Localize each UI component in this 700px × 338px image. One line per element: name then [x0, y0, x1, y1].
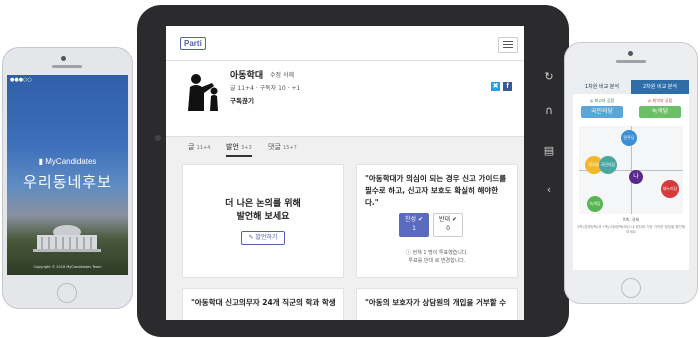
tab-opinions[interactable]: 발언 3+3 — [226, 142, 252, 157]
left-phone-device: ●●●○○ ▮ MyCandidates 우리동네후보 Copyright © … — [2, 47, 133, 309]
bookmark-nav-icon[interactable]: ∩ — [542, 104, 556, 118]
bookmark-icon: ▮ — [38, 157, 44, 166]
x-axis-label: X축: 경제 — [622, 217, 640, 222]
info-icon: ⓘ — [405, 250, 411, 256]
opinion-card: "아동학대가 의심이 되는 경우 신고 가이드를 필수로 하고, 신고자 보호도… — [356, 164, 518, 278]
my-position-dot[interactable]: 나 — [629, 170, 643, 184]
party-dot-minjoo[interactable]: 민주당 — [621, 130, 637, 146]
opinion-quote: "아동의 보호자가 상담원의 개입을 거부할 수 — [365, 298, 507, 307]
home-button[interactable] — [57, 283, 77, 303]
content-tabs: 글 11+4 발언 3+3 댓글 15+7 — [166, 136, 524, 158]
pencil-icon: ✎ — [248, 234, 254, 241]
home-button[interactable] — [621, 278, 641, 298]
right-phone-screen: 1차원 비교 분석 2차원 비교 분석 ◎ 최고의 공합 ◎ 최악의 공합 국민… — [573, 80, 689, 270]
parti-logo[interactable]: Parti — [180, 37, 206, 50]
issue-meta: 글 11+4 · 구독자 10 · +1 — [230, 85, 301, 92]
right-phone-device: 1차원 비교 분석 2차원 비교 분석 ◎ 최고의 공합 ◎ 최악의 공합 국민… — [564, 42, 698, 304]
speak-button[interactable]: ✎ 발언하기 — [241, 231, 285, 245]
best-match-party[interactable]: 국민의당 — [581, 106, 623, 118]
party-dot-people[interactable]: 국민의당 — [599, 156, 617, 174]
speaker-grille — [616, 60, 646, 63]
twitter-icon[interactable]: ✖ — [491, 82, 500, 91]
tab-1d-analysis[interactable]: 1차원 비교 분석 — [573, 80, 631, 94]
tablet-screen: Parti 아동학대 수정 삭제 글 11+4 · 구독자 10 · +1 구독… — [166, 26, 524, 320]
opinion-quote: "아동학대가 의심이 되는 경우 신고 가이드를 필수로 하고, 신고자 보호도… — [365, 174, 507, 207]
tab-2d-analysis[interactable]: 2차원 비교 분석 — [631, 80, 689, 94]
tab-posts[interactable]: 글 11+4 — [188, 142, 210, 152]
party-position-plot: 민주당 정의당 국민의당 나 새누리당 녹색당 — [579, 126, 683, 214]
issue-title: 아동학대 — [230, 71, 264, 81]
oppose-button[interactable]: 반대 ✔ 0 — [433, 213, 463, 237]
list-nav-icon[interactable]: ▤ — [542, 144, 556, 158]
issue-summary: 아동학대 수정 삭제 글 11+4 · 구독자 10 · +1 구독끊기 ✖ f — [166, 61, 524, 137]
facebook-icon[interactable]: f — [503, 82, 512, 91]
front-camera — [61, 56, 66, 61]
opinion-quote: "아동학대 신고의무자 24개 직군의 학과 학생 — [191, 298, 336, 307]
speaker-grille — [52, 65, 82, 68]
back-arrow-icon[interactable]: ‹ — [542, 183, 556, 197]
opinion-card: "아동학대 신고의무자 24개 직군의 학과 학생 — [182, 288, 344, 320]
issue-edit-links[interactable]: 수정 삭제 — [270, 70, 294, 79]
best-match-label: ◎ 최고의 공합 — [589, 98, 615, 103]
left-phone-screen: ●●●○○ ▮ MyCandidates 우리동네후보 Copyright © … — [7, 75, 128, 275]
assembly-building-image — [33, 225, 101, 252]
app-header: Parti — [166, 26, 524, 61]
brand-name: MyCandidates — [45, 157, 97, 166]
app-brand: ▮ MyCandidates — [7, 157, 128, 166]
hamburger-menu-icon[interactable] — [498, 37, 518, 53]
change-vote-link[interactable]: 투표를 반대 로 변경합니다. — [357, 257, 517, 264]
speak-prompt-text: 더 나은 논의를 위해 발언해 보세요 — [225, 199, 301, 222]
tablet-camera — [155, 135, 161, 141]
party-dot-green[interactable]: 녹색당 — [587, 196, 603, 212]
opinion-card: "아동의 보호자가 상담원의 개입을 거부할 수 — [356, 288, 518, 320]
app-title: 우리동네후보 — [23, 173, 112, 191]
worst-match-party[interactable]: 녹색당 — [639, 106, 681, 118]
issue-thumbnail — [182, 69, 224, 111]
party-dot-saenuri[interactable]: 새누리당 — [661, 180, 679, 198]
status-bar: ●●●○○ — [7, 75, 128, 85]
plot-note: X축(경제정책)과 Y축(사회정책)에서 내 위치와 가장 가까운 정당을 확인… — [577, 225, 685, 234]
vote-status-note: ⓘ 현재 1 명이 투표했습니다. — [405, 250, 469, 256]
carrier-signal: ●●●○○ — [10, 77, 32, 83]
tablet-device: ↻ ∩ ▤ ‹ Parti 아동학대 수정 삭제 글 11+4 · 구독자 10… — [137, 5, 569, 337]
copyright-text: Copyright © 2016 MyCandidates Team — [33, 265, 102, 269]
agree-button[interactable]: 찬성 ✔ 1 — [399, 213, 429, 237]
sync-icon[interactable]: ↻ — [542, 70, 556, 84]
unsubscribe-button[interactable]: 구독끊기 — [230, 95, 254, 105]
front-camera — [628, 51, 633, 56]
speak-prompt-card: 더 나은 논의를 위해 발언해 보세요 ✎ 발언하기 — [182, 164, 344, 278]
analysis-tabs: 1차원 비교 분석 2차원 비교 분석 — [573, 80, 689, 94]
tab-comments[interactable]: 댓글 15+7 — [268, 142, 297, 152]
worst-match-label: ◎ 최악의 공합 — [647, 98, 673, 103]
